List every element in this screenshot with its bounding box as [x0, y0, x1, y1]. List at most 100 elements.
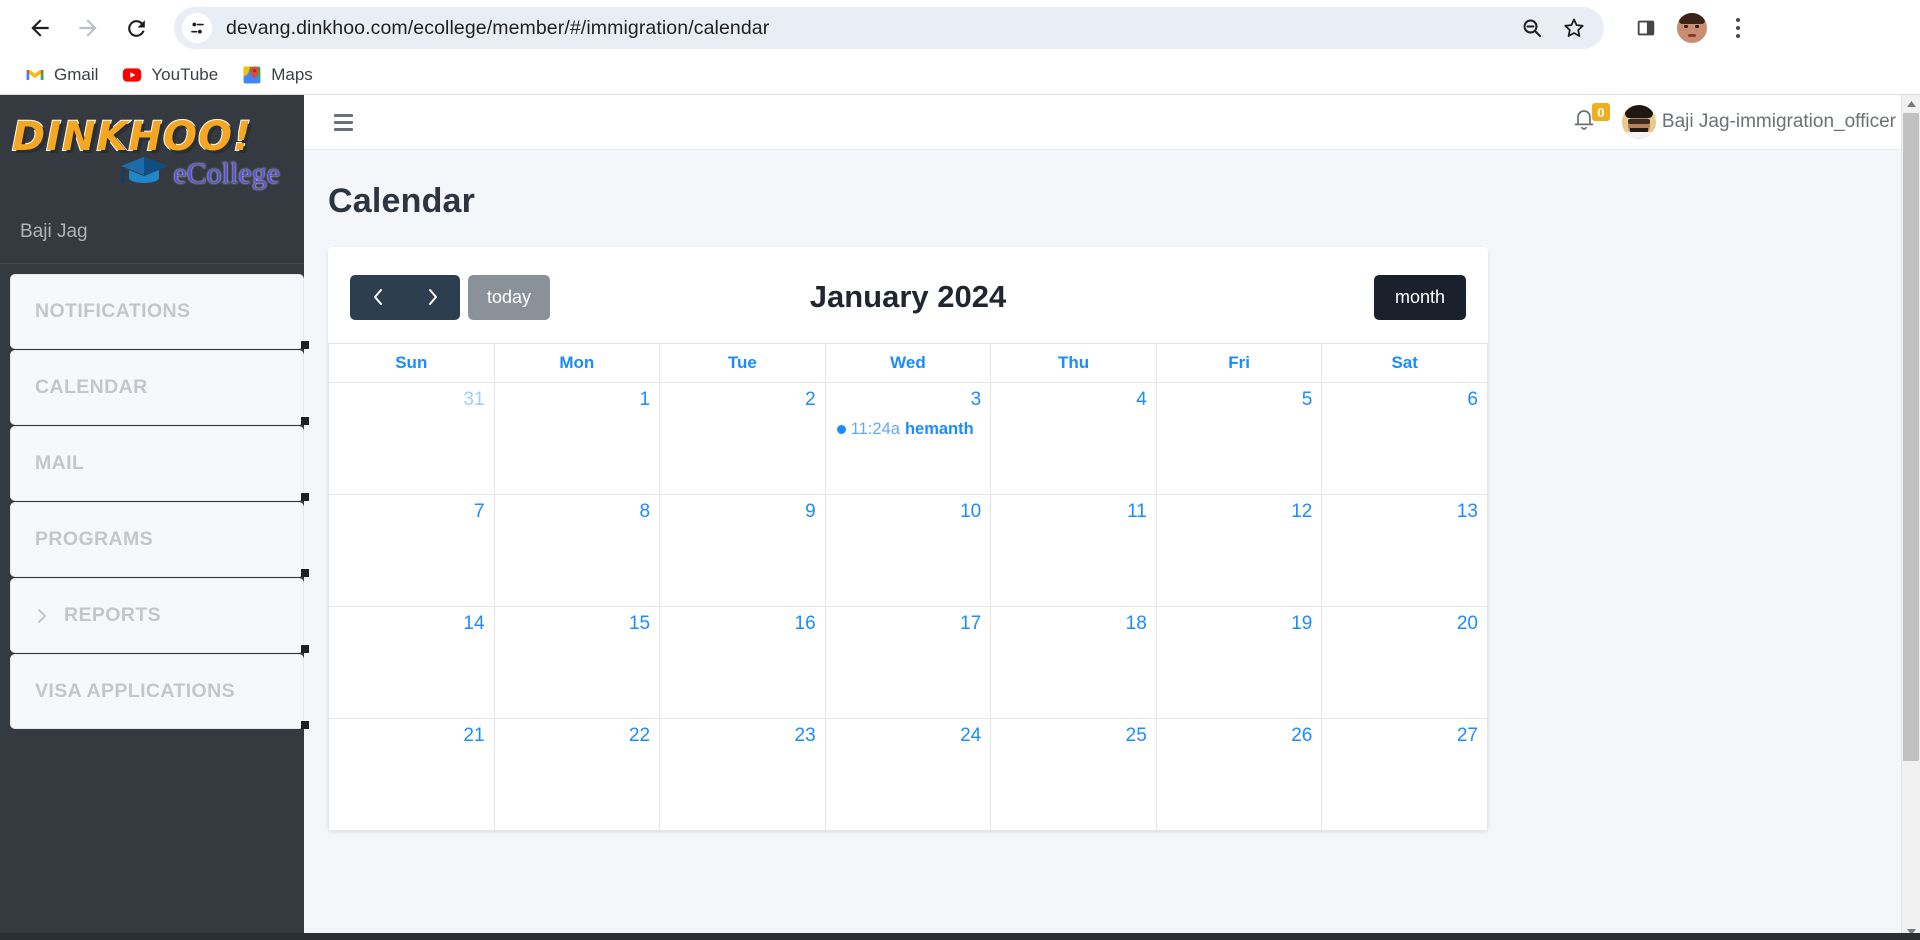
month-view-button[interactable]: month — [1373, 274, 1466, 320]
weekday-header: Mon — [493, 343, 661, 383]
notifications-button[interactable]: 0 — [1572, 103, 1610, 137]
sidebar-item-label: CALENDAR — [35, 376, 148, 398]
day-number: 7 — [473, 501, 485, 522]
sidebar-item-label: MAIL — [35, 452, 85, 474]
calendar-day-cell[interactable]: 9 — [659, 494, 826, 607]
chrome-menu-icon[interactable] — [1716, 6, 1760, 50]
calendar-toolbar: today January 2024 month — [328, 247, 1488, 343]
sidebar-item-mail[interactable]: MAIL — [10, 426, 309, 501]
bookmark-gmail[interactable]: Gmail — [16, 60, 107, 90]
app-logo[interactable]: DINKHOO! eCollege — [0, 95, 304, 207]
day-number: 13 — [1456, 501, 1478, 522]
calendar-day-cell[interactable]: 21 — [328, 718, 495, 831]
scrollbar-track[interactable] — [1902, 113, 1920, 923]
sidebar-item-notifications[interactable]: NOTIFICATIONS — [10, 274, 309, 349]
page-viewport: DINKHOO! eCollege Baji Jag NOTIFICATIONS… — [0, 94, 1920, 940]
day-number: 12 — [1291, 501, 1313, 522]
day-number: 20 — [1456, 613, 1478, 634]
calendar-day-cell[interactable]: 20 — [1321, 606, 1488, 719]
sidebar-item-notch — [301, 569, 309, 577]
chrome-profile-avatar[interactable] — [1670, 6, 1714, 50]
sidebar-item-label: PROGRAMS — [35, 528, 154, 550]
calendar-day-cell[interactable]: 2 — [659, 382, 826, 495]
bookmark-maps[interactable]: Maps — [233, 60, 322, 90]
day-number: 16 — [794, 613, 816, 634]
day-number: 2 — [805, 389, 816, 410]
calendar-grid: Sun Mon Tue Wed Thu Fri Sat 31 1 2 3 11:24a hemanth… — [328, 343, 1488, 831]
calendar-day-cell[interactable]: 12 — [1155, 494, 1323, 607]
day-number: 15 — [628, 613, 651, 634]
window-bottom-edge — [0, 933, 1920, 940]
day-number: 21 — [463, 725, 485, 746]
forward-button[interactable] — [66, 6, 110, 50]
sidebar-item-visa-applications[interactable]: VISA APPLICATIONS — [10, 654, 309, 729]
calendar-day-cell[interactable]: 26 — [1155, 718, 1323, 831]
content-area: Calendar today January 2024 month Sun Mo… — [304, 150, 1920, 940]
calendar-day-cell[interactable]: 19 — [1155, 606, 1323, 719]
calendar-day-cell[interactable]: 16 — [659, 606, 826, 719]
calendar-day-cell[interactable]: 27 — [1321, 718, 1488, 831]
site-settings-icon[interactable] — [182, 13, 212, 43]
address-bar[interactable]: devang.dinkhoo.com/ecollege/member/#/imm… — [174, 7, 1604, 49]
calendar-day-cell[interactable]: 8 — [493, 494, 661, 607]
calendar-day-cell[interactable]: 23 — [659, 718, 826, 831]
calendar-day-cell[interactable]: 7 — [328, 494, 495, 607]
chevron-right-icon — [35, 606, 50, 626]
prev-month-button[interactable] — [350, 275, 405, 320]
scrollbar-thumb[interactable] — [1903, 113, 1919, 761]
youtube-icon — [123, 68, 142, 82]
day-number: 5 — [1301, 389, 1313, 410]
sidebar-item-notch — [301, 341, 309, 349]
calendar-day-cell[interactable]: 31 — [328, 382, 495, 495]
sidebar-item-calendar[interactable]: CALENDAR — [10, 350, 309, 425]
bookmark-star-icon[interactable] — [1554, 8, 1594, 48]
calendar-day-cell[interactable]: 18 — [990, 606, 1157, 719]
calendar-day-cell[interactable]: 22 — [493, 718, 661, 831]
triangle-up-icon — [1906, 101, 1916, 107]
sidebar: DINKHOO! eCollege Baji Jag NOTIFICATIONS… — [0, 95, 309, 940]
calendar-day-cell[interactable]: 24 — [824, 718, 992, 831]
calendar-day-cell[interactable]: 6 — [1321, 382, 1488, 495]
day-number: 31 — [463, 389, 485, 410]
today-button[interactable]: today — [468, 274, 551, 320]
day-number: 22 — [628, 725, 651, 746]
calendar-day-cell[interactable]: 13 — [1321, 494, 1488, 607]
bookmark-youtube[interactable]: YouTube — [113, 60, 227, 90]
calendar-day-cell[interactable]: 15 — [493, 606, 661, 719]
day-number: 6 — [1467, 389, 1478, 410]
calendar-week-row: 14 15 16 17 18 19 20 — [328, 606, 1488, 719]
user-account-chip[interactable]: Baji Jag-immigration_officer — [1621, 105, 1896, 139]
day-number: 8 — [639, 501, 651, 522]
scroll-up-arrow[interactable] — [1902, 95, 1920, 113]
main-area: 0 Baji Jag-immigration_officer Calendar — [304, 95, 1920, 940]
url-text[interactable]: devang.dinkhoo.com/ecollege/member/#/imm… — [226, 17, 769, 40]
side-panel-icon[interactable] — [1624, 6, 1668, 50]
page-scrollbar[interactable] — [1901, 95, 1920, 940]
back-button[interactable] — [18, 6, 62, 50]
hamburger-menu-icon[interactable] — [328, 108, 359, 137]
calendar-day-cell[interactable]: 10 — [824, 494, 992, 607]
calendar-day-cell[interactable]: 17 — [824, 606, 992, 719]
next-month-button[interactable] — [405, 275, 460, 320]
logo-subtext: eCollege — [173, 157, 280, 190]
calendar-day-cell[interactable]: 5 — [1155, 382, 1323, 495]
reload-button[interactable] — [114, 6, 158, 50]
calendar-day-cell[interactable]: 4 — [990, 382, 1157, 495]
calendar-day-cell[interactable]: 25 — [990, 718, 1157, 831]
sidebar-item-notch — [301, 493, 309, 501]
day-number: 18 — [1125, 613, 1147, 634]
bookmark-label: YouTube — [151, 65, 219, 84]
weekday-header: Thu — [990, 343, 1157, 383]
sidebar-item-programs[interactable]: PROGRAMS — [10, 502, 309, 577]
calendar-nav-group — [350, 274, 460, 320]
bookmark-label: Gmail — [54, 65, 99, 84]
calendar-event[interactable]: 11:24a hemanth — [835, 420, 982, 439]
calendar-day-cell[interactable]: 3 11:24a hemanth — [824, 382, 992, 495]
sidebar-item-reports[interactable]: REPORTS — [10, 578, 309, 653]
calendar-day-cell[interactable]: 14 — [328, 606, 495, 719]
calendar-day-cell[interactable]: 11 — [990, 494, 1157, 607]
calendar-day-cell[interactable]: 1 — [493, 382, 661, 495]
zoom-out-icon[interactable] — [1512, 8, 1552, 48]
maps-icon — [243, 66, 261, 84]
day-number: 10 — [960, 501, 982, 522]
